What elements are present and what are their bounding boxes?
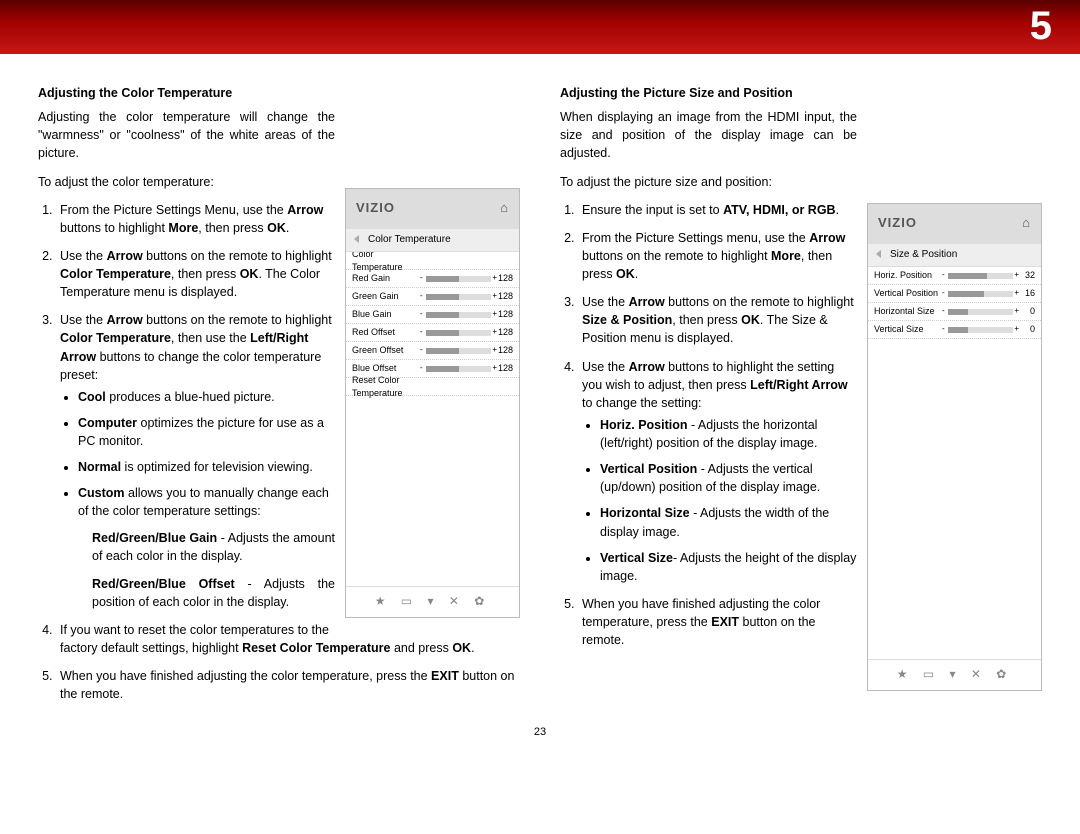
page-content: Adjusting the Color Temperature VIZIO ⌂ …: [0, 54, 1080, 714]
osd-row: Horiz. Position32: [868, 267, 1041, 285]
left-intro: Adjusting the color temperature will cha…: [38, 108, 520, 162]
home-icon: ⌂: [1022, 214, 1031, 233]
right-intro: When displaying an image from the HDMI i…: [560, 108, 1042, 162]
osd1-brand-bar: VIZIO ⌂: [346, 189, 519, 228]
osd-color-temperature: VIZIO ⌂ Color Temperature Color Temperat…: [345, 188, 520, 618]
left-heading: Adjusting the Color Temperature: [38, 84, 520, 102]
left-step-4: If you want to reset the color temperatu…: [56, 621, 520, 657]
osd2-brand: VIZIO: [878, 215, 917, 230]
left-column: Adjusting the Color Temperature VIZIO ⌂ …: [38, 84, 520, 714]
osd-size-position: VIZIO ⌂ Size & Position Horiz. Position3…: [867, 203, 1042, 691]
right-lead: To adjust the picture size and position:: [560, 173, 1042, 191]
osd-row: Color TemperatureNormal: [346, 252, 519, 270]
right-heading: Adjusting the Picture Size and Position: [560, 84, 1042, 102]
right-column: Adjusting the Picture Size and Position …: [560, 84, 1042, 714]
osd2-brand-bar: VIZIO ⌂: [868, 204, 1041, 243]
osd1-bottom-icons: ★ ▭ ▾ ✕ ✿: [346, 586, 519, 616]
osd1-title: Color Temperature: [346, 228, 519, 253]
osd-row: Red Offset128: [346, 324, 519, 342]
left-step-5: When you have finished adjusting the col…: [56, 667, 520, 703]
osd-row: Green Gain128: [346, 288, 519, 306]
osd-row: Vertical Position16: [868, 285, 1041, 303]
osd2-title: Size & Position: [868, 243, 1041, 268]
chapter-number: 5: [1030, 4, 1052, 49]
osd-row: Vertical Size0: [868, 321, 1041, 339]
osd-row: Green Offset128: [346, 342, 519, 360]
home-icon: ⌂: [500, 199, 509, 218]
osd1-brand: VIZIO: [356, 200, 395, 215]
osd2-rows: Horiz. Position32Vertical Position16Hori…: [868, 267, 1041, 339]
osd-row: Horizontal Size0: [868, 303, 1041, 321]
header-bar: 5: [0, 0, 1080, 54]
page-number: 23: [0, 714, 1080, 738]
osd2-bottom-icons: ★ ▭ ▾ ✕ ✿: [868, 659, 1041, 689]
osd1-rows: Color TemperatureNormalRed Gain128Green …: [346, 252, 519, 396]
osd-row: Blue Gain128: [346, 306, 519, 324]
osd-row: Reset Color Temperature: [346, 378, 519, 396]
osd-row: Red Gain128: [346, 270, 519, 288]
